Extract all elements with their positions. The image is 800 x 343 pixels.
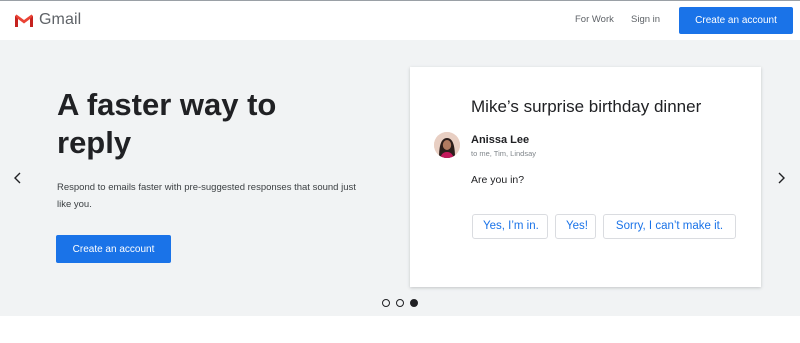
sender-name: Anissa Lee (471, 134, 530, 146)
carousel-dot-1[interactable] (382, 299, 390, 307)
avatar (434, 132, 460, 158)
carousel-dot-3-active[interactable] (410, 299, 418, 307)
email-body: Are you in? (471, 174, 525, 186)
feature-carousel: A faster way to reply Respond to emails … (0, 40, 800, 316)
email-subject: Mike’s surprise birthday dinner (471, 97, 702, 116)
chevron-right-icon (778, 172, 785, 184)
logo-text: Gmail (39, 11, 82, 28)
sender-photo (434, 132, 460, 158)
chevron-left-icon (14, 172, 21, 184)
hero-headline: A faster way to reply (57, 87, 277, 160)
carousel-dot-2[interactable] (396, 299, 404, 307)
hero-subtext: Respond to emails faster with pre-sugges… (57, 182, 356, 210)
hero-create-account-button[interactable]: Create an account (56, 235, 171, 263)
smart-reply-chip[interactable]: Yes! (555, 214, 596, 239)
top-header: Gmail For Work Sign in Create an account (0, 0, 800, 40)
nav-sign-in-link[interactable]: Sign in (631, 14, 660, 25)
gmail-logo[interactable]: Gmail (14, 11, 81, 29)
nav-for-work-link[interactable]: For Work (575, 14, 614, 25)
carousel-prev-button[interactable] (12, 170, 24, 186)
gmail-m-icon (15, 14, 33, 27)
header-create-account-button[interactable]: Create an account (679, 7, 793, 34)
carousel-pagination (382, 299, 418, 307)
smart-reply-chip[interactable]: Sorry, I can’t make it. (603, 214, 736, 239)
email-recipients: to me, Tim, Lindsay (471, 149, 537, 158)
email-preview-card: Mike’s surprise birthday dinner Anissa L… (410, 67, 761, 287)
page-below-fold (0, 316, 800, 343)
smart-reply-chip[interactable]: Yes, I’m in. (472, 214, 548, 239)
carousel-next-button[interactable] (775, 170, 787, 186)
